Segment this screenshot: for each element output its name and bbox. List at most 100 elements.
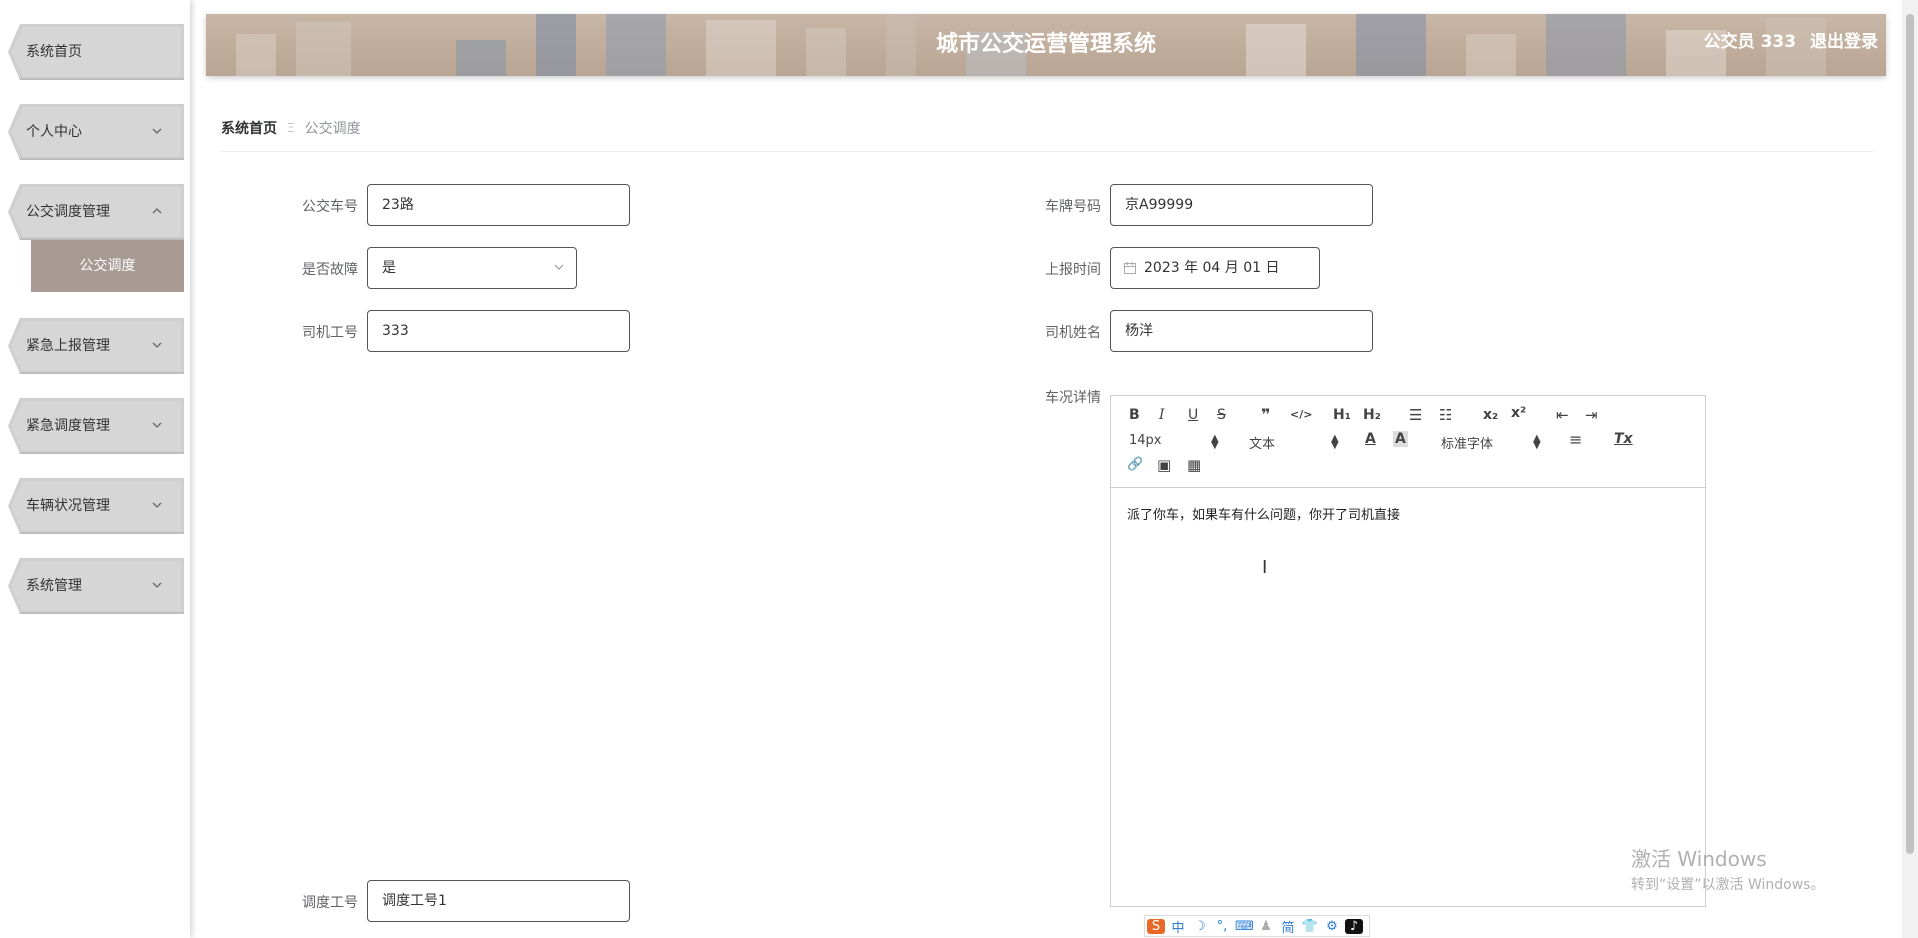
windows-activation-watermark: 激活 Windows 转到“设置”以激活 Windows。 — [1631, 843, 1824, 894]
report-time-value: 2023 年 04 月 01 日 — [1144, 260, 1280, 276]
dispatch-id-input[interactable]: 调度工号1 — [367, 880, 630, 922]
bullet-list-icon[interactable]: ☷ — [1439, 406, 1452, 424]
sidebar-item-label: 公交调度管理 — [26, 204, 110, 220]
logout-button[interactable]: 退出登录 — [1810, 32, 1878, 52]
sidebar-item-label: 个人中心 — [26, 124, 82, 140]
align-left-icon[interactable]: ≡ — [1569, 430, 1582, 449]
outdent-icon[interactable]: ⇤ — [1556, 406, 1569, 424]
scrollbar-thumb[interactable] — [1906, 14, 1914, 854]
header-format-value: 文本 — [1249, 437, 1276, 452]
fault-label: 是否故障 — [302, 262, 358, 278]
font-family-value: 标准字体 — [1441, 437, 1494, 452]
sidebar-item-label: 系统首页 — [26, 44, 82, 60]
ime-user-icon[interactable]: ♟ — [1257, 919, 1275, 934]
sidebar-item-label: 系统管理 — [26, 578, 82, 594]
current-user: 公交员 333 — [1703, 32, 1797, 52]
calendar-icon — [1124, 262, 1136, 274]
video-icon[interactable]: ▦ — [1187, 456, 1201, 474]
ime-chinese-mode-icon[interactable]: 中 — [1169, 917, 1187, 936]
sogou-logo-icon[interactable]: S — [1147, 918, 1165, 934]
chevron-down-icon — [152, 422, 162, 428]
underline-icon[interactable]: U — [1188, 407, 1198, 423]
font-size-select[interactable]: 14px ▲ ▼ — [1129, 433, 1221, 451]
header-format-select[interactable]: 文本 ▲ ▼ — [1249, 433, 1341, 453]
dispatch-id-label: 调度工号 — [302, 895, 358, 911]
select-arrows-icon: ▲ ▼ — [1211, 433, 1219, 451]
ime-settings-icon[interactable]: ⚙ — [1323, 919, 1341, 934]
sidebar-item-home[interactable]: 系统首页 — [8, 24, 184, 80]
sidebar-item-label: 紧急上报管理 — [26, 338, 110, 354]
font-family-select[interactable]: 标准字体 ▲ ▼ — [1441, 433, 1543, 453]
report-time-datepicker[interactable]: 2023 年 04 月 01 日 — [1110, 247, 1320, 289]
divider — [221, 151, 1873, 152]
driver-name-input[interactable]: 杨洋 — [1110, 310, 1373, 352]
select-arrows-icon: ▲ ▼ — [1533, 433, 1541, 451]
breadcrumb-current: 公交调度 — [304, 121, 361, 137]
font-size-value: 14px — [1129, 433, 1162, 448]
fault-select[interactable]: 是 — [367, 247, 577, 289]
sidebar-item-system-management[interactable]: 系统管理 — [8, 558, 184, 614]
breadcrumb: 系统首页 Ξ 公交调度 — [221, 118, 361, 138]
blockquote-icon[interactable]: ❞ — [1261, 405, 1270, 424]
driver-name-label: 司机姓名 — [1045, 325, 1101, 341]
header-banner: 城市公交运营管理系统 公交员 333 退出登录 — [206, 14, 1886, 76]
plate-no-input[interactable]: 京A99999 — [1110, 184, 1373, 226]
sidebar-item-label: 紧急调度管理 — [26, 418, 110, 434]
sidebar-item-dispatch-management[interactable]: 公交调度管理 — [8, 184, 184, 240]
subscript-icon[interactable]: x₂ — [1483, 407, 1498, 423]
chevron-down-icon — [152, 128, 162, 134]
editor-content[interactable]: 派了你车，如果车有什么问题，你开了司机直接 — [1127, 504, 1400, 523]
ime-moon-icon[interactable]: ☽ — [1191, 919, 1209, 934]
bus-no-label: 公交车号 — [302, 199, 358, 215]
sidebar-item-vehicle-status[interactable]: 车辆状况管理 — [8, 478, 184, 534]
watermark-line1: 激活 Windows — [1631, 847, 1767, 871]
tiktok-icon[interactable]: ♪ — [1345, 918, 1363, 934]
ime-skin-icon[interactable]: 👕 — [1301, 919, 1319, 934]
sidebar-subitem-bus-dispatch[interactable]: 公交调度 — [31, 240, 184, 292]
fault-select-value: 是 — [382, 260, 396, 276]
strikethrough-icon[interactable]: S — [1217, 407, 1226, 423]
chevron-up-icon — [152, 208, 162, 214]
ime-punctuation-icon[interactable]: °, — [1213, 919, 1231, 934]
header-2-icon[interactable]: H₂ — [1363, 407, 1381, 423]
superscript-icon[interactable]: x² — [1511, 405, 1526, 421]
clear-format-icon[interactable]: Tx — [1614, 431, 1633, 447]
ordered-list-icon[interactable]: ☰ — [1409, 406, 1422, 424]
app-title: 城市公交运营管理系统 — [935, 32, 1156, 57]
image-icon[interactable]: ▣ — [1157, 456, 1171, 474]
watermark-line2: 转到“设置”以激活 Windows。 — [1631, 877, 1825, 893]
link-icon[interactable]: 🔗 — [1127, 457, 1143, 472]
italic-icon[interactable]: I — [1159, 407, 1165, 423]
sidebar-item-emergency-dispatch[interactable]: 紧急调度管理 — [8, 398, 184, 454]
text-cursor-icon: I — [1262, 557, 1268, 578]
editor-toolbar: B I U S ❞ </> H₁ H₂ ☰ ☷ x₂ x² ⇤ ⇥ 14px ▲… — [1111, 396, 1705, 488]
driver-id-label: 司机工号 — [302, 325, 358, 341]
bus-no-input[interactable]: 23路 — [367, 184, 630, 226]
header-user-area: 公交员 333 退出登录 — [1696, 14, 1878, 70]
vertical-scrollbar[interactable] — [1902, 0, 1918, 938]
breadcrumb-separator-icon: Ξ — [287, 121, 295, 135]
sidebar-item-personal-center[interactable]: 个人中心 — [8, 104, 184, 160]
condition-rich-text-editor: B I U S ❞ </> H₁ H₂ ☰ ☷ x₂ x² ⇤ ⇥ 14px ▲… — [1110, 395, 1706, 907]
ime-keyboard-icon[interactable]: ⌨ — [1235, 919, 1254, 934]
plate-no-label: 车牌号码 — [1045, 199, 1101, 215]
sidebar-item-emergency-report[interactable]: 紧急上报管理 — [8, 318, 184, 374]
report-time-label: 上报时间 — [1045, 262, 1101, 278]
chevron-down-icon — [152, 582, 162, 588]
chevron-down-icon — [554, 264, 564, 270]
indent-icon[interactable]: ⇥ — [1585, 406, 1598, 424]
chevron-down-icon — [152, 502, 162, 508]
sidebar: 系统首页 个人中心 公交调度管理 公交调度 紧急上报管理 紧急调度管理 车辆状况… — [0, 0, 190, 938]
text-color-icon[interactable]: A — [1365, 431, 1376, 447]
bold-icon[interactable]: B — [1129, 407, 1140, 423]
condition-label: 车况详情 — [1045, 390, 1101, 406]
driver-id-input[interactable]: 333 — [367, 310, 630, 352]
breadcrumb-home[interactable]: 系统首页 — [221, 118, 277, 138]
background-color-icon[interactable]: A — [1393, 431, 1408, 447]
select-arrows-icon: ▲ ▼ — [1331, 433, 1339, 451]
ime-simplified-icon[interactable]: 简 — [1279, 917, 1297, 936]
chevron-down-icon — [152, 342, 162, 348]
header-1-icon[interactable]: H₁ — [1333, 407, 1351, 423]
sidebar-item-label: 车辆状况管理 — [26, 498, 110, 514]
code-block-icon[interactable]: </> — [1290, 408, 1312, 421]
